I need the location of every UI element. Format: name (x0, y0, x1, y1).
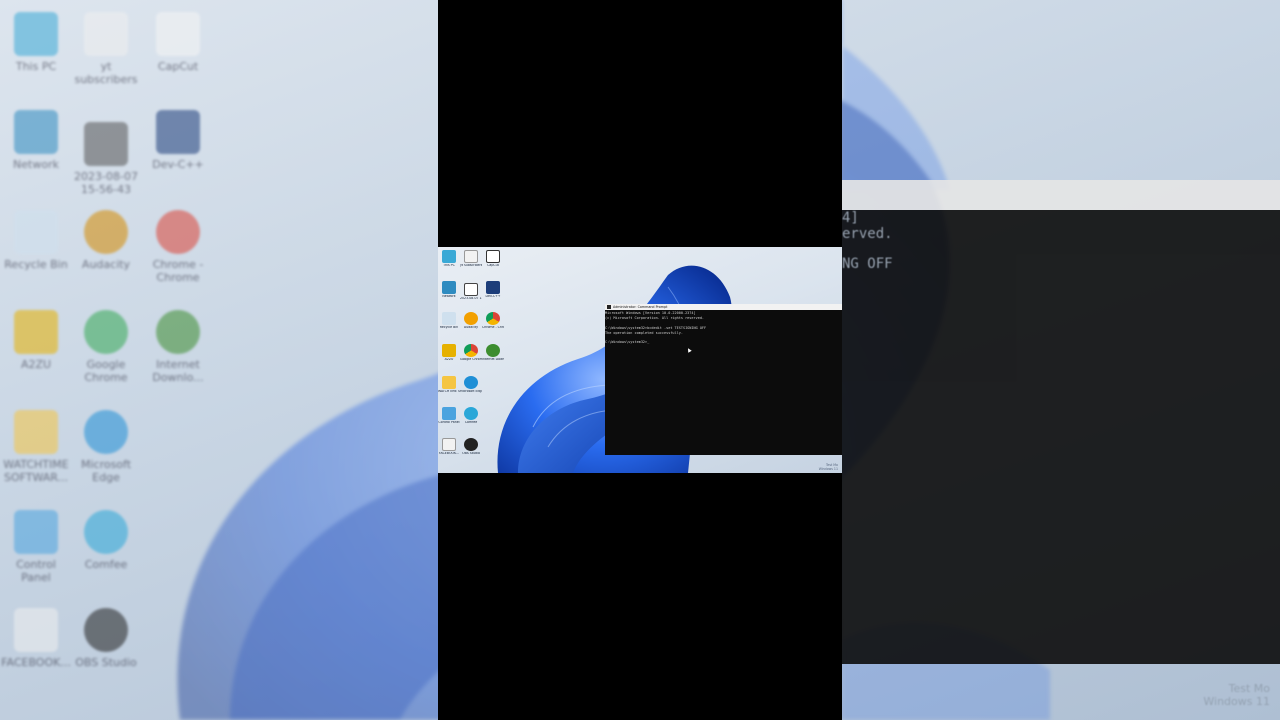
desktop-icon-recycle-bin[interactable]: Recycle Bin (438, 312, 460, 330)
chrome-icon (464, 344, 478, 357)
desktop-icon-edge[interactable]: Microsoft Edge (460, 376, 482, 394)
cmd-console[interactable]: Microsoft Windows [Version 10.0.22000.23… (605, 310, 842, 345)
blurred-desktop-icons: This PC yt subscribers CapCut Network 20… (0, 0, 220, 720)
desktop-icon-google-chrome[interactable]: Google Chrome (460, 344, 482, 362)
blurred-cmd-titlebar (842, 180, 1280, 210)
monitor-icon (442, 250, 456, 263)
blurred-desktop-icon: Network (0, 110, 72, 171)
desktop-icon-obs-studio[interactable]: OBS Studio (460, 438, 482, 456)
chrome-icon (486, 312, 500, 325)
blurred-desktop-icon: Microsoft Edge (70, 410, 142, 484)
blurred-cmd-line: erved. (842, 226, 893, 242)
blurred-desktop-icon: WATCHTIME SOFTWAR... (0, 410, 72, 484)
desktop-icon-comfee[interactable]: Comfee (460, 407, 482, 425)
blurred-desktop-icon: Comfee (70, 510, 142, 571)
blurred-cmd-line: NG OFF (842, 256, 893, 272)
blurred-desktop-icon: yt subscribers (70, 12, 142, 86)
command-prompt-window[interactable]: Administrator: Command Prompt Microsoft … (605, 304, 842, 455)
blurred-desktop-icon: Control Panel (0, 510, 72, 584)
blurred-desktop-icon: Audacity (70, 210, 142, 271)
desktop-icon-idm[interactable]: Internet Downlo... (482, 344, 504, 362)
folder-icon (442, 376, 456, 389)
blurred-cmd-line: 4] (842, 210, 859, 226)
control-panel-icon (442, 407, 456, 420)
blurred-desktop-icon: Dev-C++ (142, 110, 214, 171)
cmd-icon (607, 305, 611, 309)
blurred-desktop-icon: This PC (0, 12, 72, 73)
blurred-desktop-icon: FACEBOOK... (0, 608, 72, 669)
desktop-icon-capcut[interactable]: CapCut (482, 250, 504, 268)
mouse-cursor-icon (686, 347, 692, 353)
blurred-desktop-icon: Recycle Bin (0, 210, 72, 271)
network-icon (442, 281, 456, 294)
obs-icon (464, 438, 478, 451)
desktop-icon-a2zu[interactable]: A2ZU (438, 344, 460, 362)
blurred-desktop-icon: Google Chrome (70, 310, 142, 384)
blurred-desktop-icon: A2ZU (0, 310, 72, 371)
blurred-command-prompt: 4] erved. NG OFF (842, 180, 1280, 664)
desktop-icon-audacity[interactable]: Audacity (460, 312, 482, 330)
video-file-icon (442, 438, 456, 451)
video-file-icon (464, 250, 478, 263)
blurred-desktop-icon: 2023-08-07 15-56-43 (70, 122, 142, 196)
comfee-icon (464, 407, 478, 420)
edge-icon (464, 376, 478, 389)
blurred-desktop-icon: CapCut (142, 12, 214, 73)
desktop-screenshot: This PC yt subscribers CapCut Network 20… (438, 247, 842, 473)
recycle-bin-icon (442, 312, 456, 325)
desktop-icon-watchtime-folder[interactable]: WATCHTIME SOFTWAR... (438, 376, 460, 394)
system-watermark: Test Mo Windows 11 (818, 463, 838, 471)
user-folder-icon (442, 344, 456, 357)
desktop-icon-this-pc[interactable]: This PC (438, 250, 460, 268)
blurred-desktop-icon: Internet Downlo... (142, 310, 214, 384)
devcpp-icon (486, 281, 500, 294)
video-thumbnail-icon (464, 283, 478, 296)
desktop-icon-grid: This PC yt subscribers CapCut Network 20… (438, 247, 508, 473)
desktop-icon-facebook-video[interactable]: FACEBOOK... (438, 438, 460, 456)
desktop-icon-control-panel[interactable]: Control Panel (438, 407, 460, 425)
blurred-desktop-icon: Chrome - Chrome (142, 210, 214, 284)
cmd-title: Administrator: Command Prompt (613, 305, 668, 309)
capcut-icon (486, 250, 500, 263)
cmd-prompt-line[interactable]: C:\Windows\system32>_ (605, 340, 842, 345)
desktop-icon-chrome-profile[interactable]: Chrome - Chrome (482, 312, 504, 330)
blurred-system-watermark: Test Mo Windows 11 (1203, 682, 1270, 708)
desktop-icon-yt-subscribers[interactable]: yt subscribers (460, 250, 482, 268)
audacity-icon (464, 312, 478, 325)
desktop-icon-network[interactable]: Network (438, 281, 460, 299)
blurred-desktop-icon: OBS Studio (70, 608, 142, 669)
desktop-icon-video[interactable]: 2023-08-07 15-56-43 (460, 283, 482, 301)
idm-icon (486, 344, 500, 357)
desktop-icon-devcpp[interactable]: Dev-C++ (482, 281, 504, 299)
